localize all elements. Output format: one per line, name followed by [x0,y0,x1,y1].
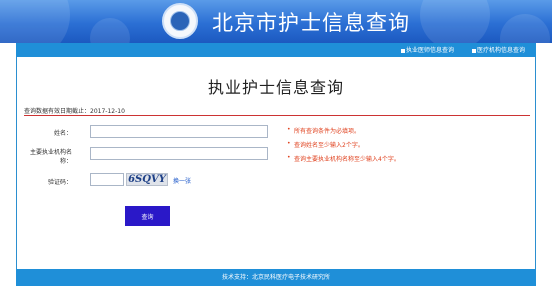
institution-input[interactable] [90,147,268,160]
health-emblem-logo [162,3,198,39]
valid-date-value: 2017-12-10 [90,108,125,115]
note-required: 所有查询条件为必填项。 [286,126,400,135]
banner-decoration [0,0,70,43]
emblem-center-icon [170,11,190,31]
red-divider [24,115,530,116]
valid-date-line: 查询数据有效日期截止：2017-12-10 [24,106,125,115]
page-title: 执业护士信息查询 [207,78,344,97]
query-button[interactable]: 查询 [125,206,170,226]
institution-label: 主要执业机构名 称： [12,148,72,166]
banner-decoration [90,18,130,43]
captcha-image[interactable]: 6SQVY [126,173,168,186]
institution-label-line1: 主要执业机构名 [29,149,72,156]
nav-link-label: 执业医师信息查询 [406,47,455,54]
doc-icon [472,48,476,53]
doc-icon [401,48,405,53]
note-name-length: 查询姓名至少输入2个字。 [286,140,400,149]
captcha-input[interactable] [90,173,124,186]
note-institution-length: 查询主要执业机构名称至少输入4个字。 [286,154,400,163]
name-label: 姓名： [53,130,72,137]
valid-date-label: 查询数据有效日期截止： [24,108,91,115]
swap-captcha-link[interactable]: 换一张 [173,176,191,185]
header-banner: 北京市护士信息查询 [0,0,552,43]
banner-decoration [420,0,490,43]
nav-link-doctor-query[interactable]: 执业医师信息查询 [401,45,454,54]
footer-bar: 技术支持：北京民科医疗电子技术研究所 [16,269,536,286]
banner-decoration [500,14,550,43]
top-nav-bar: 执业医师信息查询 医疗机构信息查询 [16,43,536,57]
captcha-label: 验证码： [47,179,72,186]
name-input[interactable] [90,125,268,138]
institution-label-line2: 称： [59,158,72,165]
nav-link-label: 医疗机构信息查询 [477,47,526,54]
site-title: 北京市护士信息查询 [212,11,410,35]
nav-link-institution-query[interactable]: 医疗机构信息查询 [472,45,525,54]
form-notes: 所有查询条件为必填项。 查询姓名至少输入2个字。 查询主要执业机构名称至少输入4… [286,126,400,168]
